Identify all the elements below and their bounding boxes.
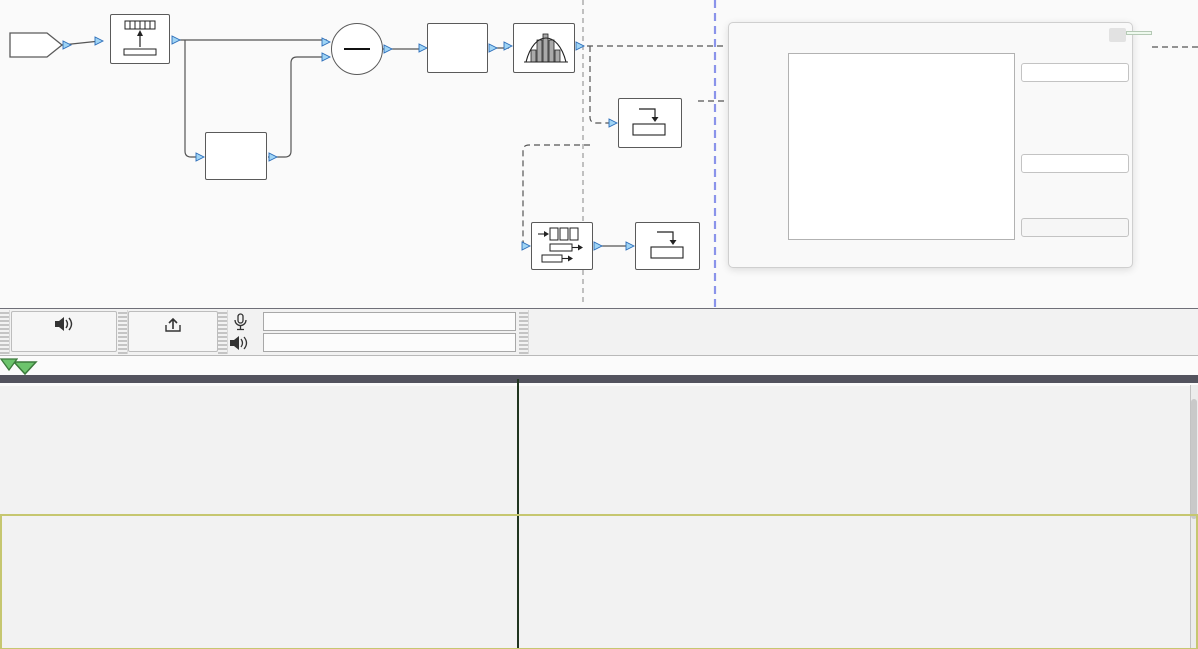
loop-region-bar[interactable]: [0, 375, 1198, 383]
playhead-line: [517, 379, 519, 649]
toolbar-grip[interactable]: [519, 310, 529, 354]
toolbar-grip[interactable]: [218, 310, 228, 354]
speaker-icon: [229, 335, 249, 351]
block-bufferup1[interactable]: [110, 14, 170, 64]
playback-meter-speaker-icon[interactable]: [229, 335, 249, 356]
audio-track-2: [0, 516, 1198, 648]
y-scale-dropdown[interactable]: [1021, 154, 1129, 173]
block-diagram-canvas: [0, 0, 1198, 308]
audio-setup-button[interactable]: [11, 311, 117, 352]
playback-meter[interactable]: [263, 333, 516, 352]
block-sink2[interactable]: [618, 98, 682, 148]
signal-label-clipped: [1126, 31, 1152, 35]
show-grid-checkbox[interactable]: [1023, 113, 1036, 126]
x-scale-dropdown[interactable]: [1021, 218, 1129, 237]
block-sink3[interactable]: [635, 222, 700, 270]
overall-control-dropdown[interactable]: [1021, 63, 1129, 82]
block-abs3[interactable]: [427, 23, 488, 73]
sink-icon: [636, 223, 699, 268]
share-upload-icon: [163, 316, 183, 332]
share-audio-button[interactable]: [128, 311, 218, 352]
sink3-plot-window[interactable]: [728, 22, 1133, 268]
y-auto-range-checkbox[interactable]: [1023, 181, 1036, 194]
block-rebuffer1[interactable]: [531, 222, 593, 270]
toolbar-grip[interactable]: [118, 310, 128, 354]
x-auto-range-checkbox[interactable]: [1023, 245, 1036, 258]
sink-icon: [619, 99, 681, 146]
playhead-marker-icon[interactable]: [0, 358, 18, 371]
bufferup-icon: [111, 15, 169, 62]
plot-canvas: [789, 54, 1014, 239]
rebuffer-icon: [532, 223, 592, 268]
scrollbar-thumb[interactable]: [1191, 399, 1197, 519]
audacity-window: [0, 308, 1198, 649]
speaker-icon: [53, 316, 75, 332]
record-meter-mic-icon[interactable]: [230, 313, 250, 336]
screen: [0, 0, 1198, 649]
update-checkbox[interactable]: [1023, 90, 1036, 103]
block-blockstatistics1[interactable]: [513, 23, 575, 73]
block-sub1[interactable]: [331, 23, 383, 75]
audio-track-1: [0, 386, 1198, 514]
close-button[interactable]: [1109, 28, 1126, 42]
microphone-icon: [230, 313, 250, 331]
plot-area[interactable]: [788, 53, 1015, 240]
toolbar-grip[interactable]: [0, 310, 10, 354]
block-delay1[interactable]: [205, 132, 267, 180]
record-meter[interactable]: [263, 312, 516, 331]
subtract-icon: [344, 48, 370, 50]
blockstatistics-icon: [514, 24, 574, 71]
